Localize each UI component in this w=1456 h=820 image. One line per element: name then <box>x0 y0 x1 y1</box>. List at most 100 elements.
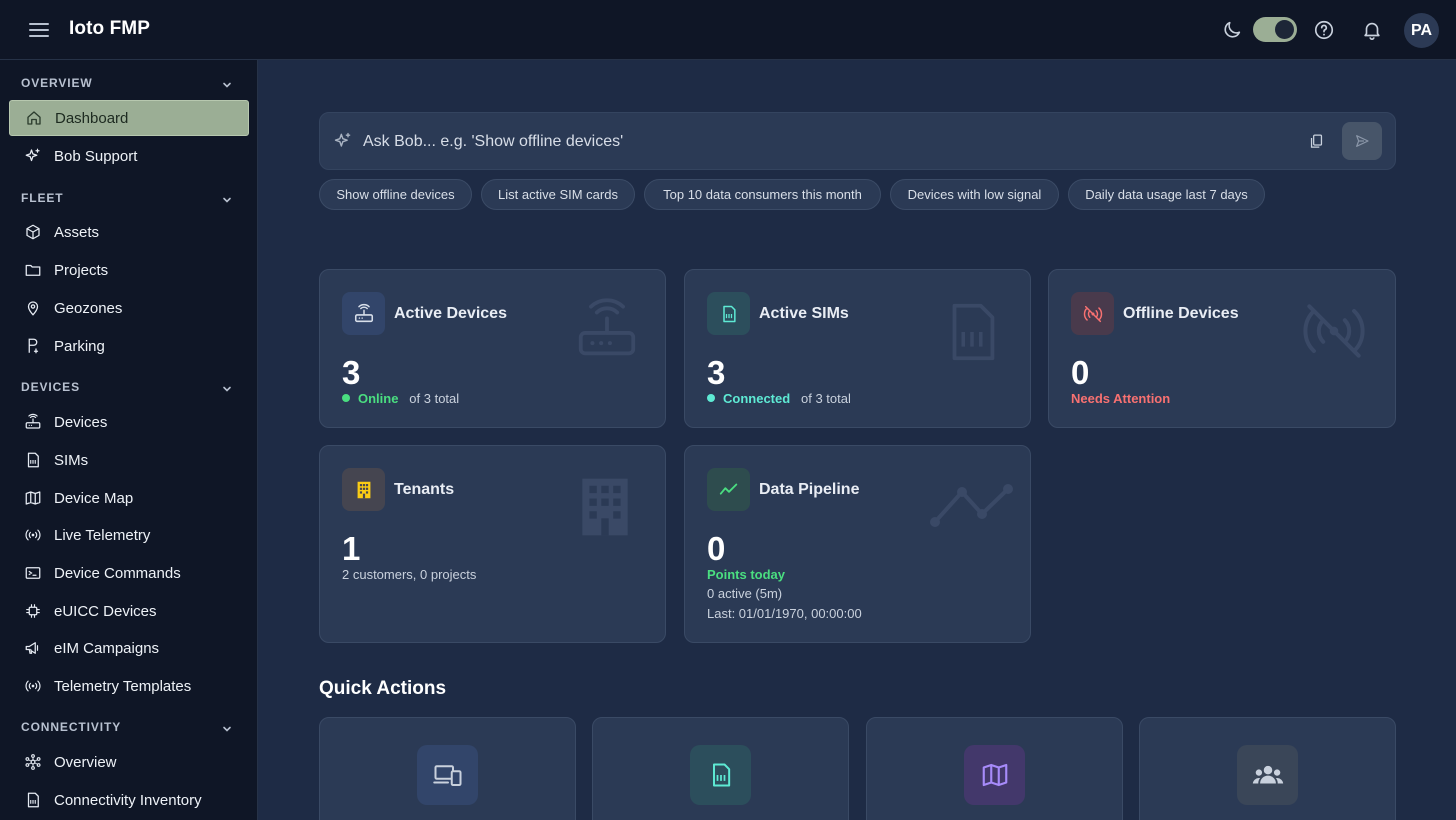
suggestion-chip[interactable]: Daily data usage last 7 days <box>1068 179 1265 210</box>
sidebar-item-label: SIMs <box>54 451 89 469</box>
suggestion-chip[interactable]: Top 10 data consumers this month <box>644 179 881 210</box>
sidebar-item-sims[interactable]: SIMs <box>9 442 249 478</box>
quick-action-users[interactable] <box>1139 717 1396 820</box>
sidebar-item-dashboard[interactable]: Dashboard <box>9 100 249 136</box>
section-header-overview[interactable]: OVERVIEW <box>21 76 237 94</box>
stat-card-active-devices[interactable]: Active Devices 3 Online of 3 total <box>319 269 666 428</box>
sidebar-item-device-map[interactable]: Device Map <box>9 480 249 516</box>
sidebar-item-label: Device Map <box>54 489 134 507</box>
stat-card-tenants[interactable]: Tenants 1 2 customers, 0 projects <box>319 445 666 643</box>
section-title: CONNECTIVITY <box>21 720 122 734</box>
stat-card-offline-devices[interactable]: Offline Devices 0 Needs Attention <box>1048 269 1396 428</box>
sidebar-item-geozones[interactable]: Geozones <box>9 290 249 326</box>
section-header-devices[interactable]: DEVICES <box>21 380 237 398</box>
stat-subtext: Connected of 3 total <box>707 391 851 406</box>
devices-icon <box>417 745 478 805</box>
section-title: FLEET <box>21 191 64 205</box>
map-icon <box>25 491 41 505</box>
sidebar: OVERVIEW Dashboard Bob Support FLEET Ass… <box>0 60 258 820</box>
send-button[interactable] <box>1342 122 1382 160</box>
radio-icon <box>25 529 41 541</box>
help-icon[interactable] <box>1313 19 1335 41</box>
sidebar-item-connectivity-overview[interactable]: Overview <box>9 744 249 780</box>
avatar[interactable]: PA <box>1404 13 1439 48</box>
card-title: Data Pipeline <box>759 481 860 498</box>
sidebar-item-label: Assets <box>54 223 100 241</box>
active-count: 0 active (5m) <box>707 586 783 601</box>
sparkles-icon <box>333 131 353 151</box>
sidebar-item-live-telemetry[interactable]: Live Telemetry <box>9 517 249 553</box>
building-icon <box>342 468 385 511</box>
status-detail: of 3 total <box>409 391 460 406</box>
sidebar-item-label: Overview <box>54 753 117 771</box>
status-detail: of 3 total <box>801 391 851 406</box>
copy-icon[interactable] <box>1308 133 1325 150</box>
sidebar-item-bob-support[interactable]: Bob Support <box>9 138 249 174</box>
status-dot <box>707 394 715 402</box>
sidebar-item-devices[interactable]: Devices <box>9 404 249 440</box>
section-header-fleet[interactable]: FLEET <box>21 191 237 209</box>
sidebar-item-assets[interactable]: Assets <box>9 214 249 250</box>
chevron-down-icon <box>223 197 231 203</box>
quick-action-sims[interactable] <box>592 717 849 820</box>
sidebar-item-label: Bob Support <box>54 147 138 165</box>
stat-card-data-pipeline[interactable]: Data Pipeline 0 Points today 0 active (5… <box>684 445 1031 643</box>
signal-off-icon <box>1303 304 1365 358</box>
app-title: Ioto FMP <box>69 18 151 39</box>
sidebar-item-telemetry-templates[interactable]: Telemetry Templates <box>9 668 249 704</box>
card-title: Active Devices <box>394 305 507 322</box>
chevron-down-icon <box>223 386 231 392</box>
network-icon <box>25 754 41 770</box>
ask-bob-input[interactable] <box>363 127 1263 157</box>
suggestion-chip[interactable]: Devices with low signal <box>890 179 1059 210</box>
folder-icon <box>25 264 41 276</box>
router-icon <box>342 292 385 335</box>
status-label: Online <box>358 391 399 406</box>
quick-action-devices[interactable] <box>319 717 576 820</box>
trending-up-icon <box>930 484 1013 527</box>
terminal-icon <box>25 567 41 579</box>
sidebar-item-label: Live Telemetry <box>54 526 151 544</box>
megaphone-icon <box>25 642 39 654</box>
stat-value: 1 <box>342 530 361 567</box>
sidebar-item-label: Geozones <box>54 299 123 317</box>
suggestion-chip[interactable]: Show offline devices <box>319 179 472 210</box>
sidebar-item-eim-campaigns[interactable]: eIM Campaigns <box>9 630 249 666</box>
status-label: Points today <box>707 567 786 582</box>
building-icon <box>582 478 628 536</box>
stat-value: 0 <box>1071 354 1090 391</box>
stat-card-active-sims[interactable]: Active SIMs 3 Connected of 3 total <box>684 269 1031 428</box>
bell-icon[interactable] <box>1361 19 1383 41</box>
radio-icon <box>25 680 41 692</box>
sim-card-icon <box>690 745 751 805</box>
menu-icon[interactable] <box>26 18 52 42</box>
sim-card-icon <box>707 292 750 335</box>
sidebar-item-device-commands[interactable]: Device Commands <box>9 555 249 591</box>
stat-value: 3 <box>342 354 361 391</box>
section-title: DEVICES <box>21 380 80 394</box>
chip-icon <box>26 604 40 618</box>
sim-card-icon <box>27 792 39 808</box>
sim-card-icon <box>27 452 39 468</box>
quick-action-map[interactable] <box>866 717 1123 820</box>
card-title: Active SIMs <box>759 305 849 322</box>
map-pin-icon <box>27 301 39 316</box>
quick-actions-title: Quick Actions <box>319 678 447 699</box>
section-title: OVERVIEW <box>21 76 93 90</box>
sidebar-item-label: Telemetry Templates <box>54 677 192 695</box>
stat-subtext: Online of 3 total <box>342 391 459 406</box>
chevron-down-icon <box>223 82 231 88</box>
sidebar-item-projects[interactable]: Projects <box>9 252 249 288</box>
sidebar-item-euicc-devices[interactable]: eUICC Devices <box>9 593 249 629</box>
sparkles-icon <box>25 148 40 162</box>
theme-toggle[interactable] <box>1253 17 1297 42</box>
section-header-connectivity[interactable]: CONNECTIVITY <box>21 720 237 738</box>
suggestion-chip[interactable]: List active SIM cards <box>481 179 635 210</box>
sidebar-item-label: Devices <box>54 413 108 431</box>
last-timestamp: Last: 01/01/1970, 00:00:00 <box>707 606 862 621</box>
status-dot <box>342 394 350 402</box>
sidebar-item-connectivity-inventory[interactable]: Connectivity Inventory <box>9 782 249 818</box>
stat-detail: 2 customers, 0 projects <box>342 567 477 582</box>
users-icon <box>1237 745 1298 805</box>
sidebar-item-parking[interactable]: Parking <box>9 328 249 364</box>
